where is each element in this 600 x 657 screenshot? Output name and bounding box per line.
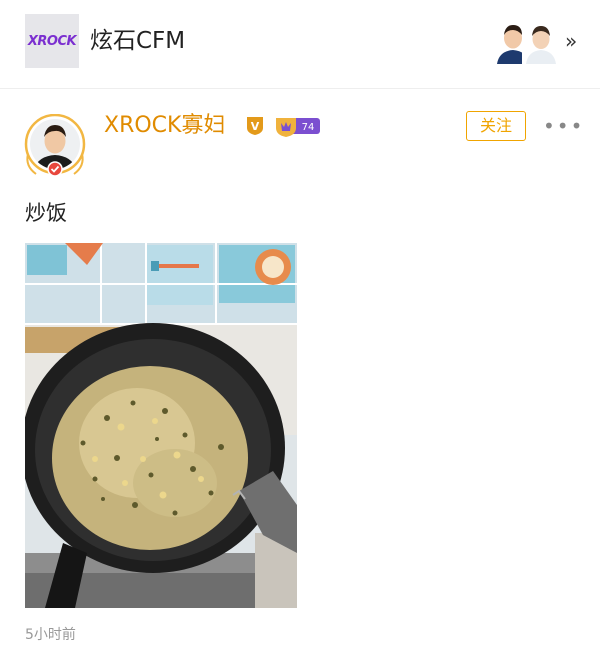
post-timestamp: 5小时前 — [25, 627, 76, 643]
double-chevron-right-icon[interactable]: » — [565, 30, 577, 52]
post-photo[interactable] — [25, 243, 297, 608]
group-members[interactable] — [494, 20, 560, 64]
vip-badge-icon: V — [247, 117, 263, 135]
group-header: XROCK 炫石CFM » — [0, 0, 600, 89]
level-badge: 74 — [276, 118, 320, 137]
group-title[interactable]: 炫石CFM — [90, 26, 185, 56]
level-number: 74 — [302, 122, 315, 133]
author-avatar[interactable] — [22, 114, 88, 180]
group-logo-text: XROCK — [27, 33, 77, 49]
follow-button[interactable]: 关注 — [466, 111, 526, 141]
post-text: 炒饭 — [25, 201, 67, 225]
author-name[interactable]: XROCK寡妇 — [104, 112, 225, 140]
ellipsis-icon[interactable]: ••• — [543, 116, 584, 136]
vip-badge-label: V — [251, 120, 260, 133]
group-logo[interactable]: XROCK — [25, 14, 79, 68]
member-avatar — [522, 20, 560, 64]
